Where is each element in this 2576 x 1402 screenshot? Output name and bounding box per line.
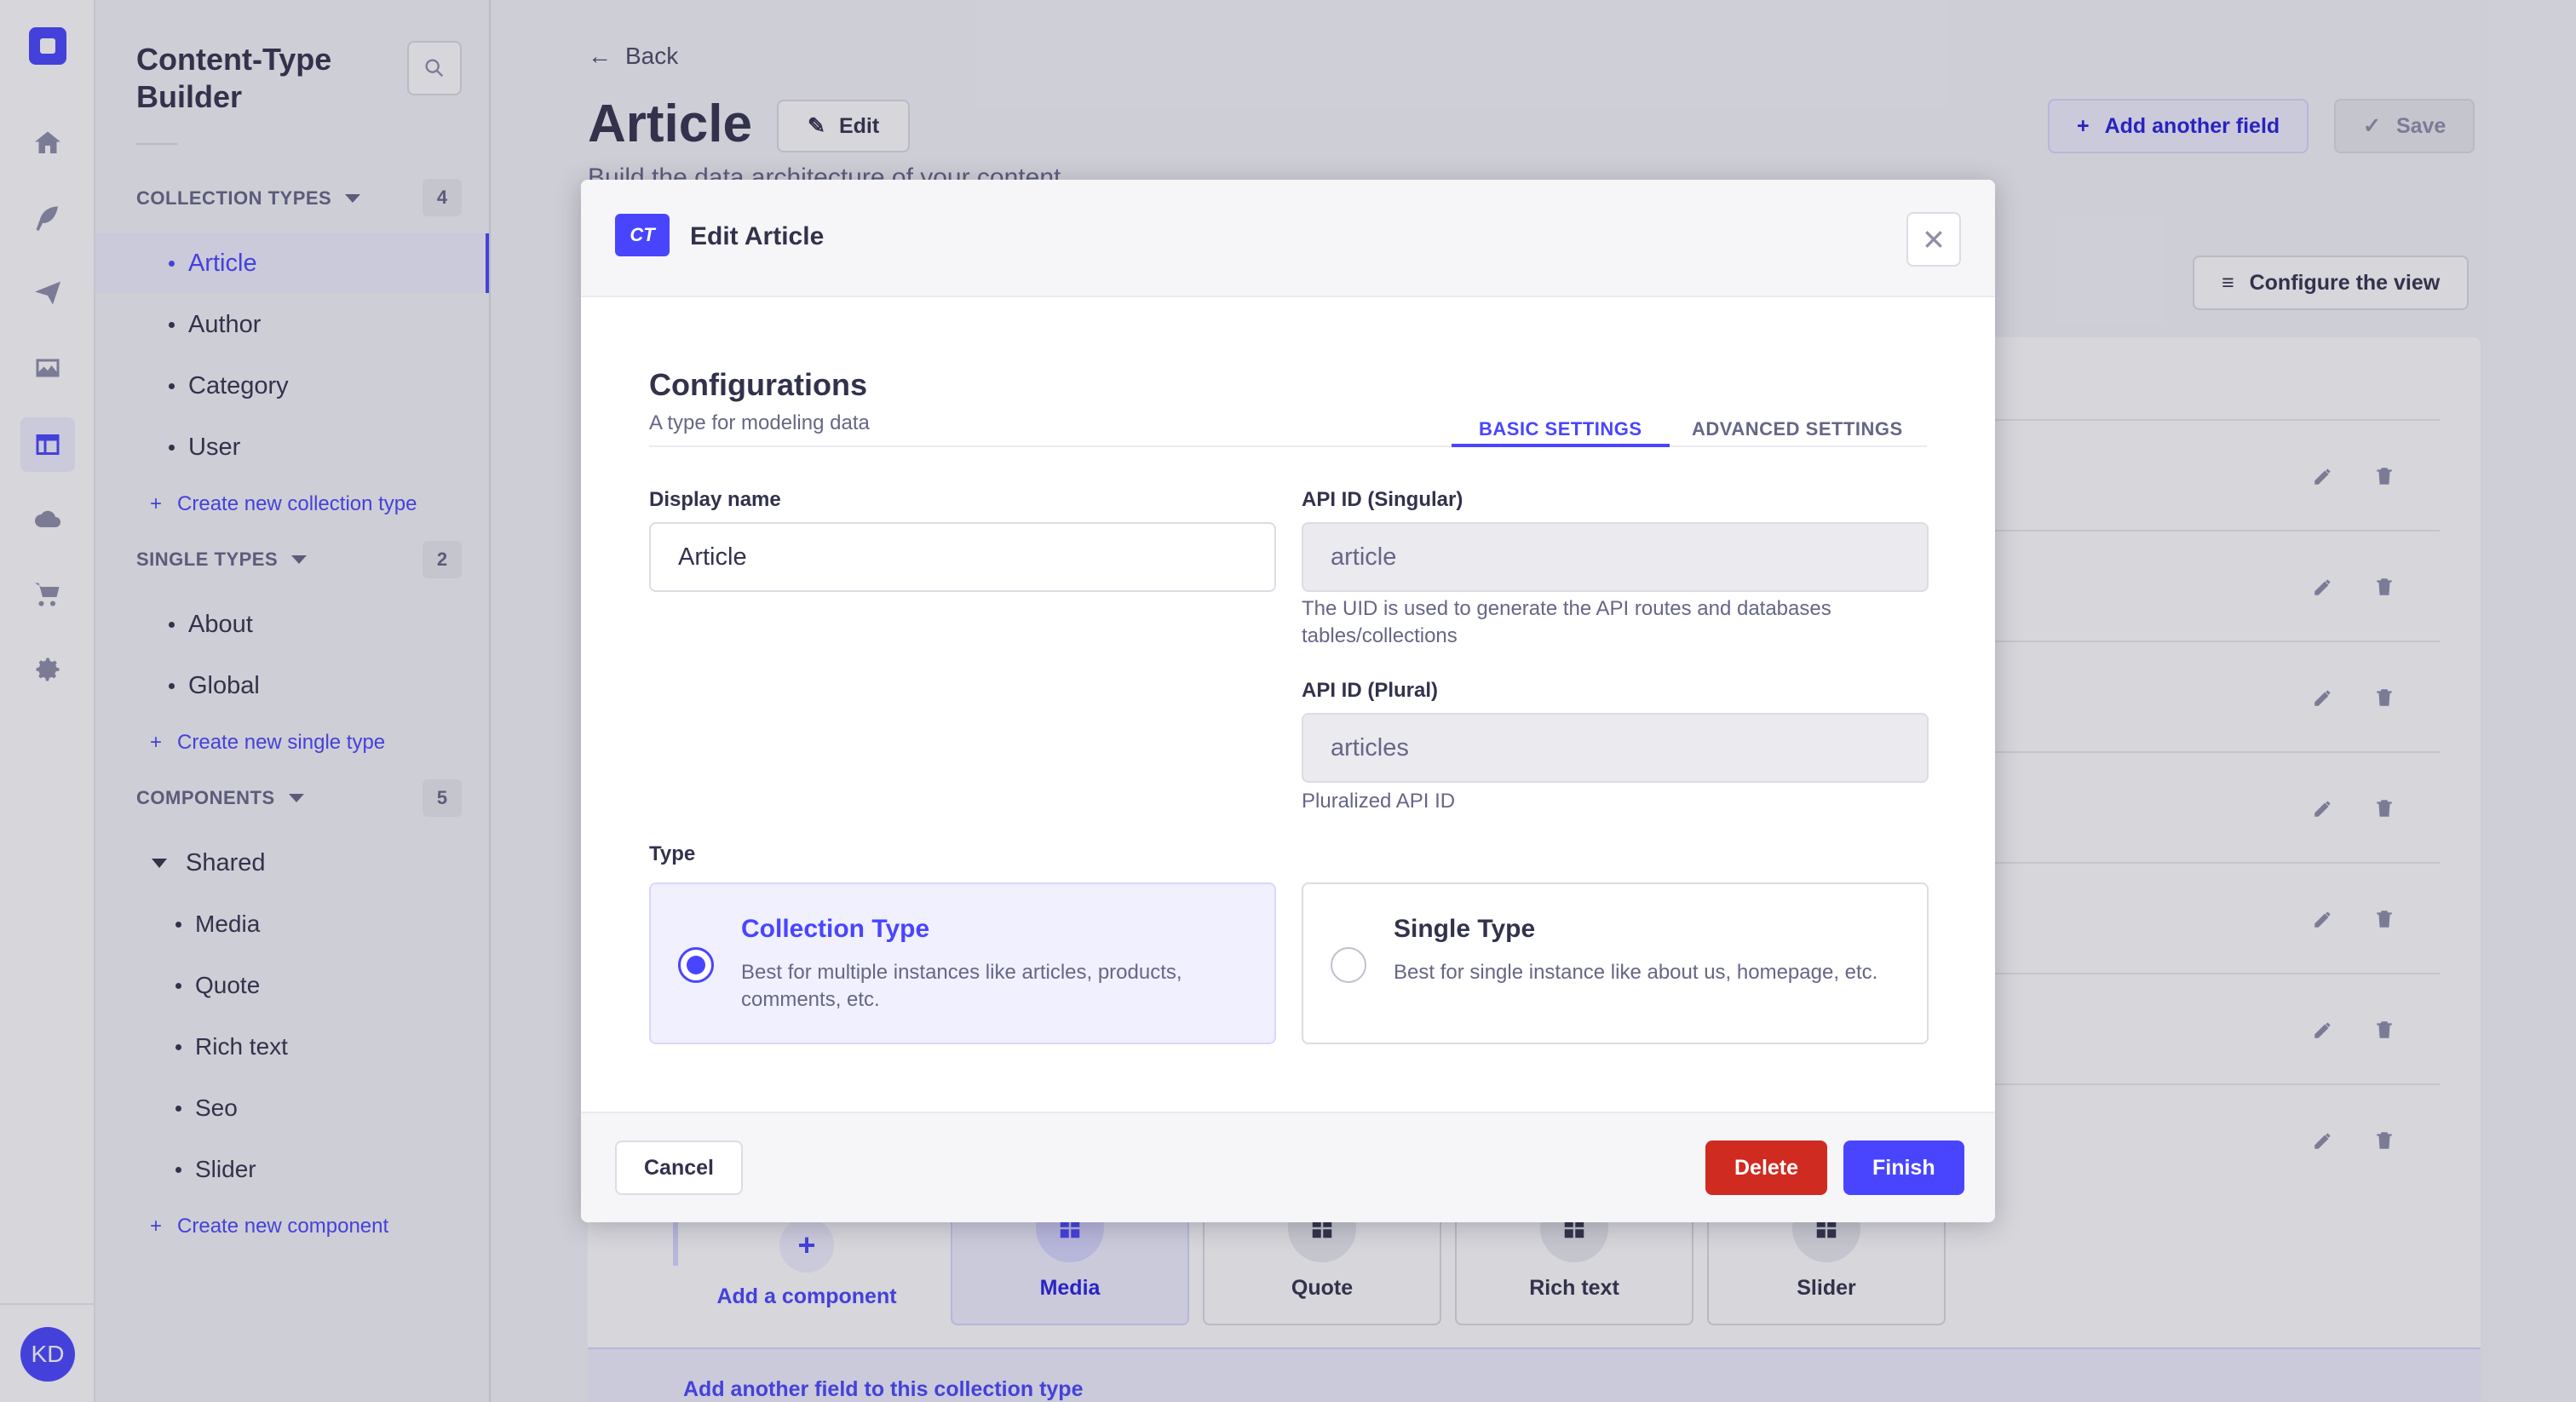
collection-type-radio[interactable] bbox=[678, 947, 714, 983]
finish-button[interactable]: Finish bbox=[1843, 1141, 1964, 1195]
api-plural-label: API ID (Plural) bbox=[1302, 679, 1439, 702]
section-subtitle: A type for modeling data bbox=[649, 411, 870, 434]
api-singular-field[interactable]: article bbox=[1302, 522, 1929, 592]
delete-button[interactable]: Delete bbox=[1705, 1141, 1828, 1195]
option-title: Collection Type bbox=[741, 915, 930, 943]
close-icon bbox=[1925, 231, 1942, 248]
api-singular-hint: The UID is used to generate the API rout… bbox=[1302, 597, 1831, 647]
collection-type-option[interactable]: Collection Type Best for multiple instan… bbox=[649, 882, 1276, 1044]
display-name-field[interactable]: Article bbox=[649, 522, 1276, 592]
option-title: Single Type bbox=[1394, 915, 1536, 943]
api-plural-hint: Pluralized API ID bbox=[1302, 790, 1456, 813]
modal-title: Edit Article bbox=[690, 222, 825, 250]
api-plural-field[interactable]: articles bbox=[1302, 713, 1929, 783]
cancel-button[interactable]: Cancel bbox=[615, 1141, 743, 1195]
option-description: Best for single instance like about us, … bbox=[1394, 961, 1878, 984]
display-name-label: Display name bbox=[649, 488, 781, 511]
tab-basic-settings[interactable]: BASIC SETTINGS bbox=[1452, 393, 1670, 447]
modal-header: CT Edit Article bbox=[581, 180, 1995, 297]
api-singular-label: API ID (Singular) bbox=[1302, 488, 1463, 511]
type-label: Type bbox=[649, 842, 696, 865]
section-title: Configurations bbox=[649, 367, 867, 402]
option-description: Best for multiple instances like article… bbox=[741, 961, 1182, 1011]
content-type-badge: CT bbox=[615, 214, 670, 256]
single-type-option[interactable]: Single Type Best for single instance lik… bbox=[1302, 882, 1929, 1044]
tab-advanced-settings[interactable]: ADVANCED SETTINGS bbox=[1665, 393, 1930, 447]
modal-footer: Cancel Delete Finish bbox=[581, 1112, 1995, 1222]
close-button[interactable] bbox=[1906, 212, 1961, 267]
edit-content-type-modal: CT Edit Article Configurations A type fo… bbox=[581, 180, 1995, 1222]
single-type-radio[interactable] bbox=[1331, 947, 1366, 983]
